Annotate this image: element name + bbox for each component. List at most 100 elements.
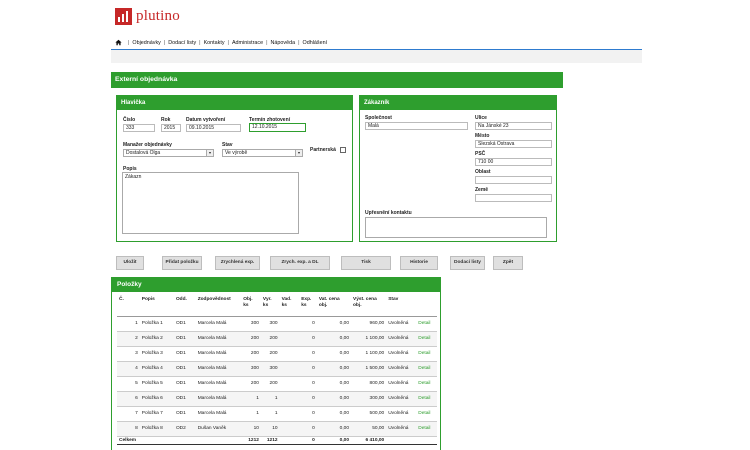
cislo-field[interactable]: 333 xyxy=(123,124,155,132)
table-row: 6 Položka 6 OD1 Marcela Malá 1 1 0 0,00 300,00 Uv… xyxy=(117,391,437,407)
psc-field[interactable]: 710 00 xyxy=(475,158,552,166)
total-cell-vyr-ks: 1212 xyxy=(260,435,280,445)
detail-link[interactable]: Detail xyxy=(416,316,437,332)
nav-item-administrace[interactable]: Administrace xyxy=(232,40,263,46)
detail-link[interactable]: Detail xyxy=(416,391,437,407)
partnerska-checkbox[interactable] xyxy=(340,147,346,153)
total-cell-detail xyxy=(416,435,437,445)
cell-zodpovednost: Dušan Vaněk xyxy=(195,421,242,437)
cell-odd: OD1 xyxy=(173,361,196,377)
col-header-stav: Stav xyxy=(386,296,417,317)
cell-zodpovednost: Marcela Malá xyxy=(195,346,242,362)
print-button[interactable]: Tisk xyxy=(341,256,391,270)
cell-exp-ks: 0 xyxy=(299,406,317,422)
oblast-field[interactable] xyxy=(475,176,552,184)
cell-odd: OD1 xyxy=(173,406,196,422)
nav-separator: | xyxy=(227,39,229,46)
termin-field[interactable]: 12.10.2015 xyxy=(249,123,306,132)
mesto-field[interactable]: Slezská Ostrava xyxy=(475,140,552,148)
total-cell-exp-ks: 0 xyxy=(299,435,317,445)
datum-field[interactable]: 09.10.2015 xyxy=(186,124,241,132)
cell-vyst-cena: 960,00 xyxy=(351,316,387,332)
cell-exp-ks: 0 xyxy=(299,376,317,392)
cell-vad-ks xyxy=(279,361,300,377)
total-cell-obj-ks: 1212 xyxy=(241,435,261,445)
total-cell-odd xyxy=(173,435,196,445)
detail-link[interactable]: Detail xyxy=(416,361,437,377)
cell-zodpovednost: Marcela Malá xyxy=(195,376,242,392)
detail-link[interactable]: Detail xyxy=(416,421,437,437)
oblast-label: Oblast xyxy=(475,169,491,175)
quick-expedition-button[interactable]: Zrychlená exp. xyxy=(215,256,260,270)
cell-zodpovednost: Marcela Malá xyxy=(195,316,242,332)
spolecnost-label: Společnost xyxy=(365,115,392,121)
cell-vad-ks xyxy=(279,391,300,407)
add-item-button[interactable]: Přidat položku xyxy=(162,256,202,270)
psc-label: PSČ xyxy=(475,151,486,157)
cell-vyst-cena: 1 100,00 xyxy=(351,331,387,347)
zeme-field[interactable] xyxy=(475,194,552,202)
cell-stav: Uvolněná xyxy=(386,406,417,422)
rok-field[interactable]: 2015 xyxy=(161,124,181,132)
rok-label: Rok xyxy=(161,117,171,123)
detail-link[interactable]: Detail xyxy=(416,406,437,422)
cell-zodpovednost: Marcela Malá xyxy=(195,331,242,347)
customer-section-title: Zákazník xyxy=(360,96,556,110)
nav-item-odhlaseni[interactable]: Odhlášení xyxy=(303,40,328,46)
table-row: 2 Položka 2 OD1 Marcela Malá 200 200 0 0,00 1 10… xyxy=(117,331,437,347)
home-icon[interactable] xyxy=(115,39,122,46)
cell-vyr-ks: 200 xyxy=(260,376,280,392)
table-row: 3 Položka 3 OD1 Marcela Malá 200 200 0 0,00 1 10… xyxy=(117,346,437,362)
delivery-notes-button[interactable]: Dodací listy xyxy=(450,256,485,270)
col-header-vyr-ks: Vyr. ks xyxy=(260,296,280,317)
cell-cislo: 6 xyxy=(117,391,140,407)
cell-popis: Položka 2 xyxy=(139,331,174,347)
manazer-select[interactable]: Dostalová Olga ▾ xyxy=(123,149,214,157)
items-table: Č. Popis Odd. Zodpovědnost Obj. ks Vyr. … xyxy=(117,296,437,445)
cell-stav: Uvolněná xyxy=(386,421,417,437)
spolecnost-field[interactable]: Malá xyxy=(365,122,468,130)
manazer-value: Dostalová Olga xyxy=(126,150,161,156)
nav-item-objednavky[interactable]: Objednávky xyxy=(132,40,160,46)
nav-item-kontakty[interactable]: Kontakty xyxy=(204,40,225,46)
mesto-label: Město xyxy=(475,133,490,139)
popis-textarea[interactable]: Zákazn xyxy=(122,172,299,234)
cell-vyst-cena: 800,00 xyxy=(351,376,387,392)
cell-exp-ks: 0 xyxy=(299,316,317,332)
nav-menu: | Objednávky | Dodací listy | Kontakty |… xyxy=(111,36,642,50)
col-header-cislo: Č. xyxy=(117,296,140,317)
ulice-field[interactable]: Na Jánské 23 xyxy=(475,122,552,130)
total-cell-popis xyxy=(139,435,174,445)
detail-link[interactable]: Detail xyxy=(416,376,437,392)
total-cell-zodpovednost xyxy=(195,435,242,445)
detail-link[interactable]: Detail xyxy=(416,331,437,347)
zeme-label: Země xyxy=(475,187,489,193)
stav-select[interactable]: Ve výrobě ▾ xyxy=(222,149,303,157)
table-row: 4 Položka 4 OD1 Marcela Malá 300 300 0 0,00 1 50… xyxy=(117,361,437,377)
nav-separator: | xyxy=(266,39,268,46)
cell-popis: Položka 7 xyxy=(139,406,174,422)
quick-expedition-dl-button[interactable]: Zrych. exp. a DL xyxy=(270,256,330,270)
cell-vyr-ks: 1 xyxy=(260,391,280,407)
cell-obj-ks: 200 xyxy=(241,331,261,347)
nav-item-dodaci-listy[interactable]: Dodací listy xyxy=(168,40,196,46)
back-button[interactable]: Zpět xyxy=(493,256,523,270)
plutino-logo[interactable]: plutino xyxy=(115,7,180,25)
col-header-popis: Popis xyxy=(139,296,174,317)
cell-stav: Uvolněná xyxy=(386,331,417,347)
upresneni-textarea[interactable] xyxy=(365,217,547,238)
cell-vad-ks xyxy=(279,316,300,332)
cell-vat-cena: 0,00 xyxy=(316,316,351,332)
col-header-exp-ks: Exp. ks xyxy=(299,296,317,317)
nav-item-napoveda[interactable]: Nápověda xyxy=(271,40,296,46)
detail-link[interactable]: Detail xyxy=(416,346,437,362)
items-title: Položky xyxy=(111,277,441,292)
col-header-vyst-cena: Výst. cena obj. xyxy=(351,296,387,317)
logo-bars-icon xyxy=(115,7,132,25)
cell-cislo: 8 xyxy=(117,421,140,437)
cell-vyr-ks: 200 xyxy=(260,331,280,347)
cell-obj-ks: 300 xyxy=(241,316,261,332)
cell-vyst-cena: 300,00 xyxy=(351,391,387,407)
history-button[interactable]: Historie xyxy=(400,256,438,270)
save-button[interactable]: Uložit xyxy=(116,256,144,270)
